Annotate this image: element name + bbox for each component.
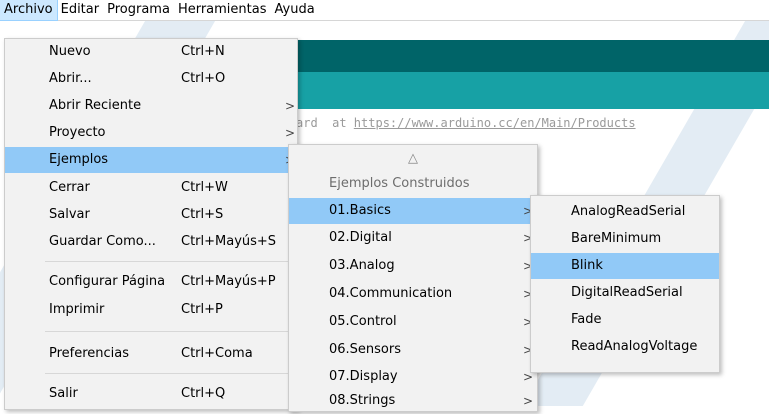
- submenu-item-display[interactable]: 07.Display >: [289, 364, 537, 390]
- submenu-item-strings[interactable]: 08.Strings >: [289, 388, 537, 414]
- menu-item-proyecto[interactable]: Proyecto >: [5, 120, 297, 146]
- menu-item-label: Salvar: [49, 207, 90, 222]
- chevron-right-icon: >: [285, 99, 296, 113]
- submenu-item-digital[interactable]: 02.Digital >: [289, 225, 537, 251]
- menu-item-shortcut: Ctrl+Coma: [181, 346, 253, 361]
- menu-item-label: Imprimir: [49, 302, 105, 317]
- menu-archivo[interactable]: Archivo: [0, 0, 58, 21]
- example-analog-read-serial[interactable]: AnalogReadSerial: [531, 199, 719, 225]
- menu-item-shortcut: Ctrl+Mayús+S: [181, 234, 277, 249]
- menu-item-salvar[interactable]: Salvar Ctrl+S: [5, 202, 297, 228]
- menu-item-label: Abrir Reciente: [49, 98, 142, 113]
- menu-item-label: Abrir...: [49, 71, 92, 86]
- editor-text-prefix: ard at: [296, 116, 354, 130]
- menu-item-label: 06.Sensors: [329, 342, 402, 357]
- example-fade[interactable]: Fade: [531, 307, 719, 333]
- menu-separator: [45, 373, 293, 374]
- menu-item-label: Ejemplos: [49, 152, 109, 167]
- example-digital-read-serial[interactable]: DigitalReadSerial: [531, 280, 719, 306]
- menu-item-abrir-reciente[interactable]: Abrir Reciente >: [5, 93, 297, 119]
- editor-url[interactable]: https://www.arduino.cc/en/Main/Products: [354, 116, 636, 130]
- menu-item-shortcut: Ctrl+W: [181, 180, 228, 195]
- menu-item-label: AnalogReadSerial: [571, 204, 686, 219]
- submenu-item-analog[interactable]: 03.Analog >: [289, 253, 537, 279]
- menu-editar[interactable]: Editar: [57, 0, 104, 20]
- menu-herramientas[interactable]: Herramientas: [174, 0, 271, 20]
- menu-item-label: Salir: [49, 386, 78, 401]
- menu-ayuda[interactable]: Ayuda: [271, 0, 319, 20]
- tab-bar: [296, 72, 769, 109]
- submenu-item-communication[interactable]: 04.Communication >: [289, 281, 537, 307]
- menu-item-salir[interactable]: Salir Ctrl+Q: [5, 381, 297, 407]
- menu-separator: [45, 261, 293, 262]
- menu-item-label: Guardar Como...: [49, 234, 156, 249]
- menu-item-label: ReadAnalogVoltage: [571, 339, 698, 354]
- menu-item-shortcut: Ctrl+Q: [181, 386, 226, 401]
- menu-bar: Archivo Editar Programa Herramientas Ayu…: [0, 0, 769, 21]
- menu-programa[interactable]: Programa: [103, 0, 174, 20]
- basics-submenu: AnalogReadSerial BareMinimum Blink Digit…: [530, 195, 720, 373]
- menu-item-label: Cerrar: [49, 180, 90, 195]
- menu-item-preferencias[interactable]: Preferencias Ctrl+Coma: [5, 341, 297, 367]
- chevron-right-icon: >: [285, 126, 296, 140]
- submenu-item-sensors[interactable]: 06.Sensors >: [289, 337, 537, 363]
- menu-item-label: 05.Control: [329, 314, 397, 329]
- menu-item-label: BareMinimum: [571, 231, 662, 246]
- menu-item-shortcut: Ctrl+P: [181, 302, 223, 317]
- menu-item-label: DigitalReadSerial: [571, 285, 683, 300]
- examples-submenu: △ Ejemplos Construidos 01.Basics > 02.Di…: [288, 144, 538, 412]
- menu-item-ejemplos[interactable]: Ejemplos >: [5, 147, 297, 173]
- menu-item-label: Configurar Página: [49, 274, 166, 289]
- menu-item-guardar-como[interactable]: Guardar Como... Ctrl+Mayús+S: [5, 229, 297, 255]
- example-blink[interactable]: Blink: [531, 253, 719, 279]
- menu-item-label: 02.Digital: [329, 230, 392, 245]
- menu-item-label: Fade: [571, 312, 602, 327]
- menu-item-shortcut: Ctrl+O: [181, 71, 226, 86]
- menu-item-label: Blink: [571, 258, 603, 273]
- example-read-analog-voltage[interactable]: ReadAnalogVoltage: [531, 334, 719, 360]
- file-menu: Nuevo Ctrl+N Abrir... Ctrl+O Abrir Recie…: [4, 38, 298, 410]
- menu-item-imprimir[interactable]: Imprimir Ctrl+P: [5, 297, 297, 323]
- menu-item-shortcut: Ctrl+N: [181, 44, 225, 59]
- examples-header: Ejemplos Construidos: [289, 171, 537, 197]
- menu-item-label: 07.Display: [329, 369, 398, 384]
- menu-item-label: 03.Analog: [329, 258, 395, 273]
- chevron-right-icon: >: [523, 394, 534, 408]
- menu-item-label: Proyecto: [49, 125, 106, 140]
- menu-item-label: Nuevo: [49, 44, 91, 59]
- menu-item-configurar-pagina[interactable]: Configurar Página Ctrl+Mayús+P: [5, 269, 297, 295]
- editor-text: ard at https://www.arduino.cc/en/Main/Pr…: [296, 116, 636, 130]
- submenu-item-control[interactable]: 05.Control >: [289, 309, 537, 335]
- menu-item-label: 04.Communication: [329, 286, 453, 301]
- toolbar: [296, 40, 769, 72]
- scroll-up-icon[interactable]: △: [289, 149, 537, 169]
- menu-item-shortcut: Ctrl+Mayús+P: [181, 274, 276, 289]
- menu-item-cerrar[interactable]: Cerrar Ctrl+W: [5, 175, 297, 201]
- menu-item-label: 08.Strings: [329, 393, 396, 408]
- menu-item-label: Preferencias: [49, 346, 130, 361]
- menu-item-shortcut: Ctrl+S: [181, 207, 224, 222]
- examples-header-label: Ejemplos Construidos: [329, 176, 470, 191]
- submenu-item-basics[interactable]: 01.Basics >: [289, 198, 537, 224]
- menu-item-abrir[interactable]: Abrir... Ctrl+O: [5, 66, 297, 92]
- menu-separator: [45, 331, 293, 332]
- menu-item-nuevo[interactable]: Nuevo Ctrl+N: [5, 39, 297, 65]
- menu-item-label: 01.Basics: [329, 203, 391, 218]
- example-bare-minimum[interactable]: BareMinimum: [531, 226, 719, 252]
